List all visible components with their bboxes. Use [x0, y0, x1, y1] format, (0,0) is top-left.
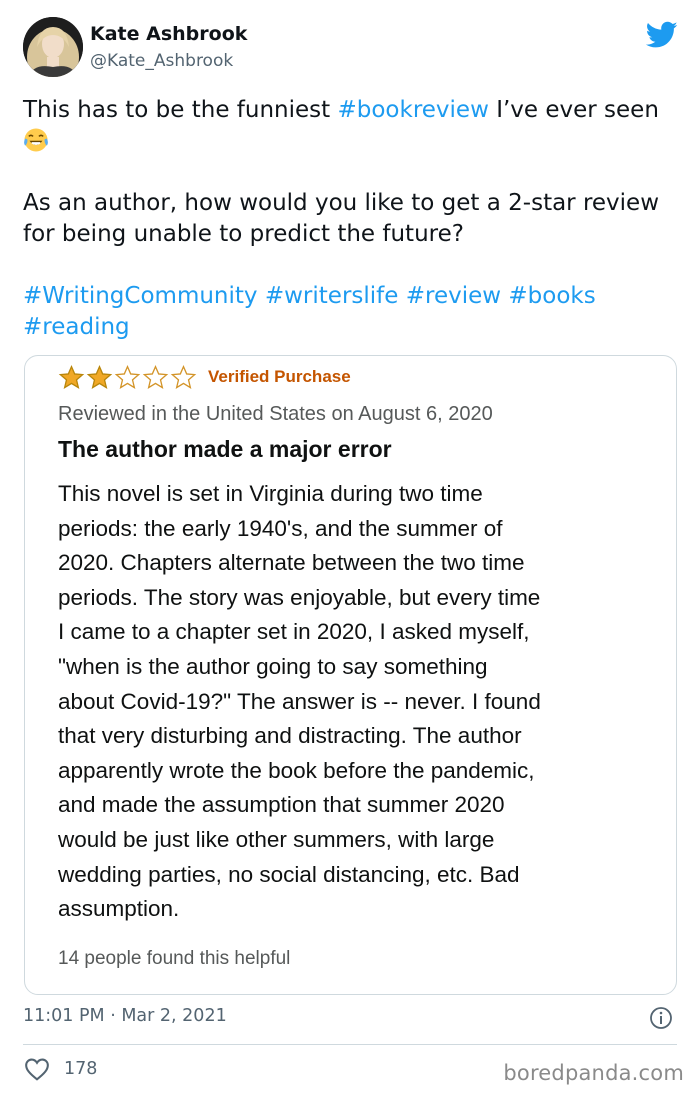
- tweet-paragraph-2: As an author, how would you like to get …: [23, 190, 660, 247]
- hashtag-writingcommunity[interactable]: #WritingCommunity: [23, 283, 258, 309]
- review-body-line: and made the assumption that summer 2020: [58, 792, 505, 818]
- tweet-text-intro: This has to be the funniest: [23, 97, 338, 123]
- review-body: This novel is set in Virginia during two…: [58, 477, 648, 927]
- star-empty-icon: [142, 365, 169, 389]
- twitter-bird-icon[interactable]: [646, 21, 678, 49]
- review-body-line: wedding parties, no social distancing, e…: [58, 861, 520, 887]
- hashtag-bookreview[interactable]: #bookreview: [337, 97, 488, 123]
- avatar[interactable]: [23, 17, 83, 77]
- star-filled-icon: [86, 365, 113, 389]
- review-body-line: periods: the early 1940's, and the summe…: [58, 515, 503, 541]
- tweet-timestamp[interactable]: 11:01 PM · Mar 2, 2021: [23, 1006, 227, 1026]
- review-body-line: that very disturbing and distracting. Th…: [58, 723, 522, 749]
- info-icon[interactable]: [649, 1006, 673, 1030]
- hashtag-review[interactable]: #review: [406, 283, 501, 309]
- star-rating: [58, 365, 197, 389]
- avatar-image: [23, 17, 83, 77]
- face-with-tears-of-joy-icon: [24, 128, 48, 152]
- author-name[interactable]: Kate Ashbrook: [90, 23, 247, 45]
- verified-purchase-badge: Verified Purchase: [208, 367, 351, 386]
- watermark-text: boredpanda.com: [503, 1061, 684, 1085]
- review-body-line: periods. The story was enjoyable, but ev…: [58, 584, 541, 610]
- review-body-line: would be just like other summers, with l…: [58, 826, 495, 852]
- hashtag-books[interactable]: #books: [508, 283, 595, 309]
- review-body-line: assumption.: [58, 896, 180, 922]
- heart-icon[interactable]: [24, 1057, 50, 1081]
- review-body-line: apparently wrote the book before the pan…: [58, 757, 535, 783]
- helpful-count: 14 people found this helpful: [58, 948, 291, 969]
- review-title: The author made a major error: [58, 436, 392, 462]
- review-image-card[interactable]: Verified Purchase Reviewed in the United…: [24, 355, 677, 995]
- star-empty-icon: [114, 365, 141, 389]
- tweet-header: Kate Ashbrook @Kate_Ashbrook: [23, 17, 683, 81]
- tweet-text-continued: I’ve ever seen: [488, 97, 659, 123]
- review-body-line: about Covid-19?" The answer is -- never.…: [58, 688, 541, 714]
- tweet-text: This has to be the funniest #bookreview …: [23, 95, 675, 343]
- hashtag-reading[interactable]: #reading: [23, 314, 130, 340]
- review-date: Reviewed in the United States on August …: [58, 403, 493, 425]
- review-body-line: "when is the author going to say somethi…: [58, 653, 488, 679]
- hashtag-writerslife[interactable]: #writerslife: [265, 283, 399, 309]
- star-filled-icon: [58, 365, 85, 389]
- divider: [23, 1044, 677, 1045]
- like-count[interactable]: 178: [64, 1059, 97, 1079]
- star-empty-icon: [170, 365, 197, 389]
- tweet-paragraph-1: This has to be the funniest #bookreview …: [23, 95, 675, 157]
- review-body-line: 2020. Chapters alternate between the two…: [58, 550, 525, 576]
- review-body-line: This novel is set in Virginia during two…: [58, 481, 483, 506]
- author-handle[interactable]: @Kate_Ashbrook: [90, 51, 233, 71]
- review-body-line: I came to a chapter set in 2020, I asked…: [58, 619, 530, 645]
- tweet-hashtags: #WritingCommunity #writerslife #review #…: [23, 281, 675, 343]
